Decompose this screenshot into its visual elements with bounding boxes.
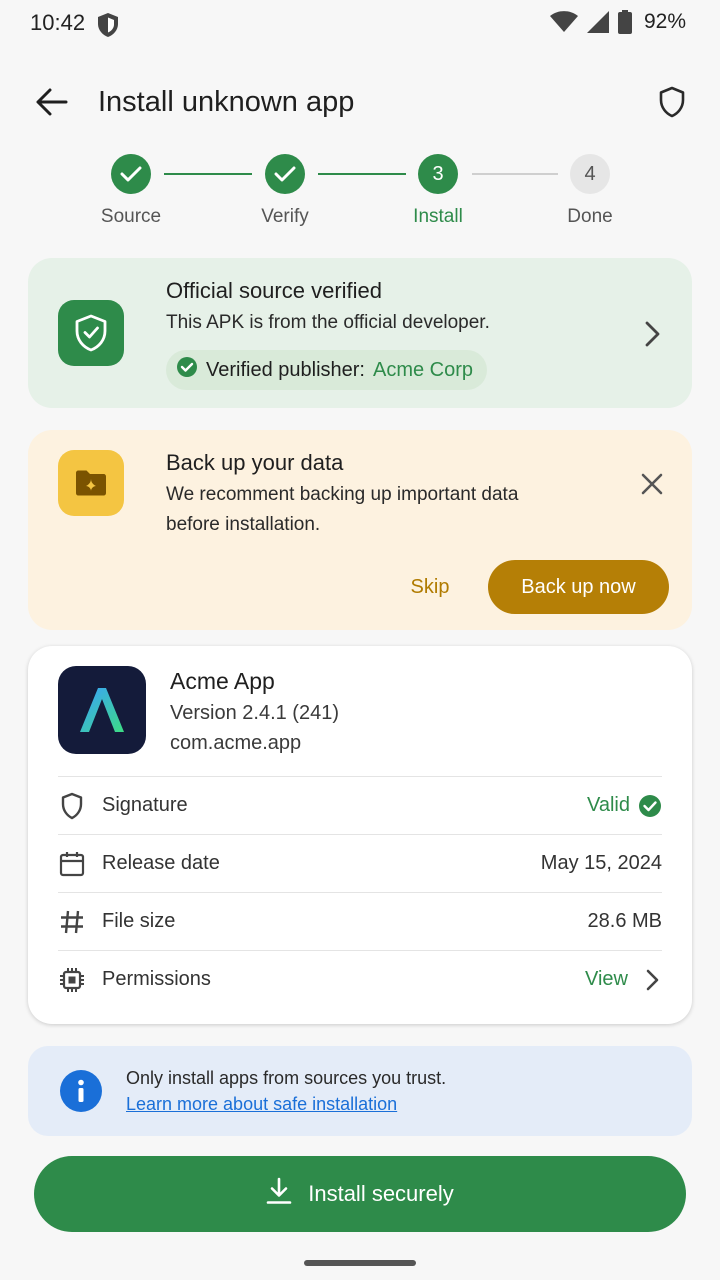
status-time: 10:42: [30, 10, 86, 35]
detail-row-file-size: File size 28.6 MB: [58, 892, 662, 950]
step-number: 3: [418, 154, 458, 194]
backup-description: We recomment backing up important data b…: [166, 484, 519, 535]
page-title: Install unknown app: [98, 86, 355, 118]
install-securely-button[interactable]: Install securely: [34, 1156, 686, 1232]
app-package-name: com.acme.app: [170, 732, 302, 754]
backup-title: Back up your data: [166, 450, 344, 475]
backup-card: Back up your data We recomment backing u…: [28, 430, 692, 630]
info-icon: [60, 1070, 102, 1112]
step-label: Verify: [261, 206, 309, 227]
security-status-icon: [96, 12, 120, 38]
status-icons: 92%: [549, 10, 686, 34]
security-info-button[interactable]: [652, 84, 692, 124]
step-number: 4: [570, 154, 610, 194]
cellular-signal-icon: [586, 10, 610, 34]
check-icon: [120, 166, 142, 182]
step-verify: Verify: [230, 154, 340, 228]
close-button[interactable]: [638, 470, 666, 498]
release-date-value: May 15, 2024: [540, 852, 662, 874]
signature-status: Valid: [587, 794, 662, 818]
detail-label: Permissions: [102, 968, 211, 990]
calendar-icon: [58, 850, 86, 878]
back-button[interactable]: [30, 86, 74, 122]
safety-info-banner: Only install apps from sources you trust…: [28, 1046, 692, 1136]
battery-icon: [617, 10, 632, 34]
app-bar: Install unknown app: [0, 74, 720, 134]
signature-value: Valid: [587, 794, 630, 816]
skip-button[interactable]: Skip: [400, 562, 460, 612]
download-icon: [266, 1177, 292, 1211]
check-icon: [274, 166, 296, 182]
step-source: Source: [76, 154, 186, 228]
status-bar: 10:42 92%: [0, 0, 720, 50]
shield-icon: [58, 792, 86, 820]
info-text: Only install apps from sources you trust…: [126, 1068, 447, 1088]
learn-more-link[interactable]: Learn more about safe installation: [126, 1094, 397, 1115]
arrow-back-icon: [36, 88, 68, 121]
step-done: 4 Done: [535, 154, 645, 228]
chevron-right-icon: [646, 969, 659, 990]
folder-backup-icon: [58, 450, 124, 516]
verified-subtitle: This APK is from the official developer.: [166, 312, 490, 333]
chip-icon: [58, 966, 86, 994]
install-button-label: Install securely: [308, 1181, 454, 1206]
hash-icon: [58, 908, 86, 936]
home-indicator[interactable]: [304, 1260, 416, 1266]
verified-title: Official source verified: [166, 278, 383, 303]
chevron-right-icon: [640, 320, 664, 348]
app-version: Version 2.4.1 (241): [170, 702, 339, 724]
close-icon: [641, 473, 663, 495]
verified-source-card[interactable]: Official source verified This APK is fro…: [28, 258, 692, 408]
step-done-indicator: [265, 154, 305, 194]
app-icon: [58, 666, 146, 754]
detail-row-signature: Signature Valid: [58, 776, 662, 834]
wifi-icon: [549, 11, 578, 33]
back-up-now-button[interactable]: Back up now: [488, 560, 669, 614]
shield-icon: [658, 86, 686, 123]
detail-row-release-date: Release date May 15, 2024: [58, 834, 662, 892]
detail-row-permissions[interactable]: Permissions View: [58, 950, 662, 1008]
battery-percentage: 92%: [643, 10, 686, 33]
verified-publisher-chip: Verified publisher: Acme Corp: [166, 350, 488, 390]
file-size-value: 28.6 MB: [587, 910, 662, 932]
view-permissions-link[interactable]: View: [585, 968, 662, 992]
step-label: Done: [567, 206, 613, 227]
step-done-indicator: [111, 154, 151, 194]
detail-label: Signature: [102, 794, 188, 816]
step-install: 3 Install: [383, 154, 493, 228]
app-details-list: Signature Valid Release date May 15, 202…: [58, 776, 662, 1008]
publisher-name: Acme Corp: [372, 358, 474, 381]
verified-shield-icon: [58, 300, 124, 366]
permissions-value: View: [585, 968, 628, 990]
step-label: Install: [413, 206, 463, 227]
check-circle-icon: [176, 356, 198, 384]
detail-label: File size: [102, 910, 176, 932]
app-info-card: Acme App Version 2.4.1 (241) com.acme.ap…: [28, 646, 692, 1024]
detail-label: Release date: [102, 852, 220, 874]
check-circle-icon: [639, 794, 661, 817]
install-stepper: Source Verify 3 Install 4 Done: [0, 154, 720, 234]
step-label: Source: [100, 206, 162, 227]
publisher-label: Verified publisher:: [206, 358, 365, 381]
app-name: Acme App: [170, 668, 275, 694]
